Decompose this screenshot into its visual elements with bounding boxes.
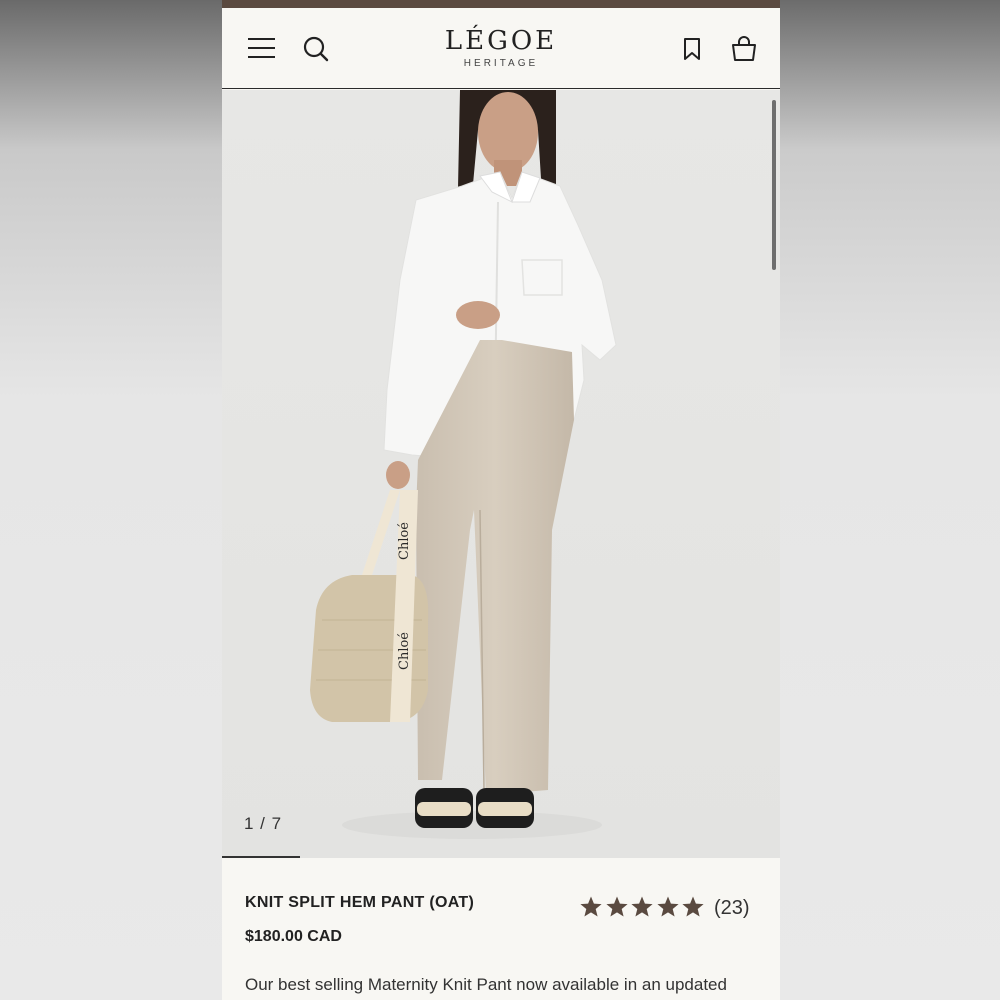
- bag-strap-text: Chloé: [397, 632, 412, 670]
- background-right: [780, 0, 1000, 1000]
- review-count[interactable]: (23): [714, 897, 750, 920]
- product-description: Our best selling Maternity Knit Pant now…: [245, 975, 727, 994]
- product-price: $180.00 CAD: [245, 928, 342, 945]
- product-info: KNIT SPLIT HEM PANT (OAT) $180.00 CAD (2…: [222, 858, 780, 1000]
- brand-subtitle: HERITAGE: [463, 58, 539, 69]
- site-header: LÉGOE HERITAGE: [222, 8, 780, 89]
- star-rating[interactable]: [579, 894, 707, 920]
- image-counter: 1 / 7: [244, 814, 283, 833]
- bookmark-icon[interactable]: [682, 37, 702, 61]
- star-icon: [580, 896, 602, 917]
- bag-strap-text: Chloé: [397, 522, 412, 560]
- brand-name: LÉGOE: [444, 26, 558, 56]
- menu-icon[interactable]: [248, 38, 275, 58]
- scrollbar[interactable]: [772, 100, 776, 270]
- shopping-bag-icon[interactable]: [730, 36, 758, 62]
- brand-logo[interactable]: LÉGOE HERITAGE: [401, 26, 601, 69]
- star-icon: [631, 896, 653, 917]
- star-icon: [605, 896, 628, 917]
- top-accent-bar: [222, 0, 780, 8]
- phone-screen: LÉGOE HERITAGE Chloé Chloé 1 / 7 KNIT SP…: [222, 0, 780, 1000]
- star-icon: [656, 896, 679, 917]
- star-icon: [682, 896, 704, 917]
- product-photo: Chloé Chloé: [222, 90, 780, 858]
- product-image-gallery[interactable]: Chloé Chloé 1 / 7: [222, 90, 780, 858]
- product-title: KNIT SPLIT HEM PANT (OAT): [245, 894, 475, 911]
- search-icon[interactable]: [302, 35, 330, 63]
- background-left: [0, 0, 222, 1000]
